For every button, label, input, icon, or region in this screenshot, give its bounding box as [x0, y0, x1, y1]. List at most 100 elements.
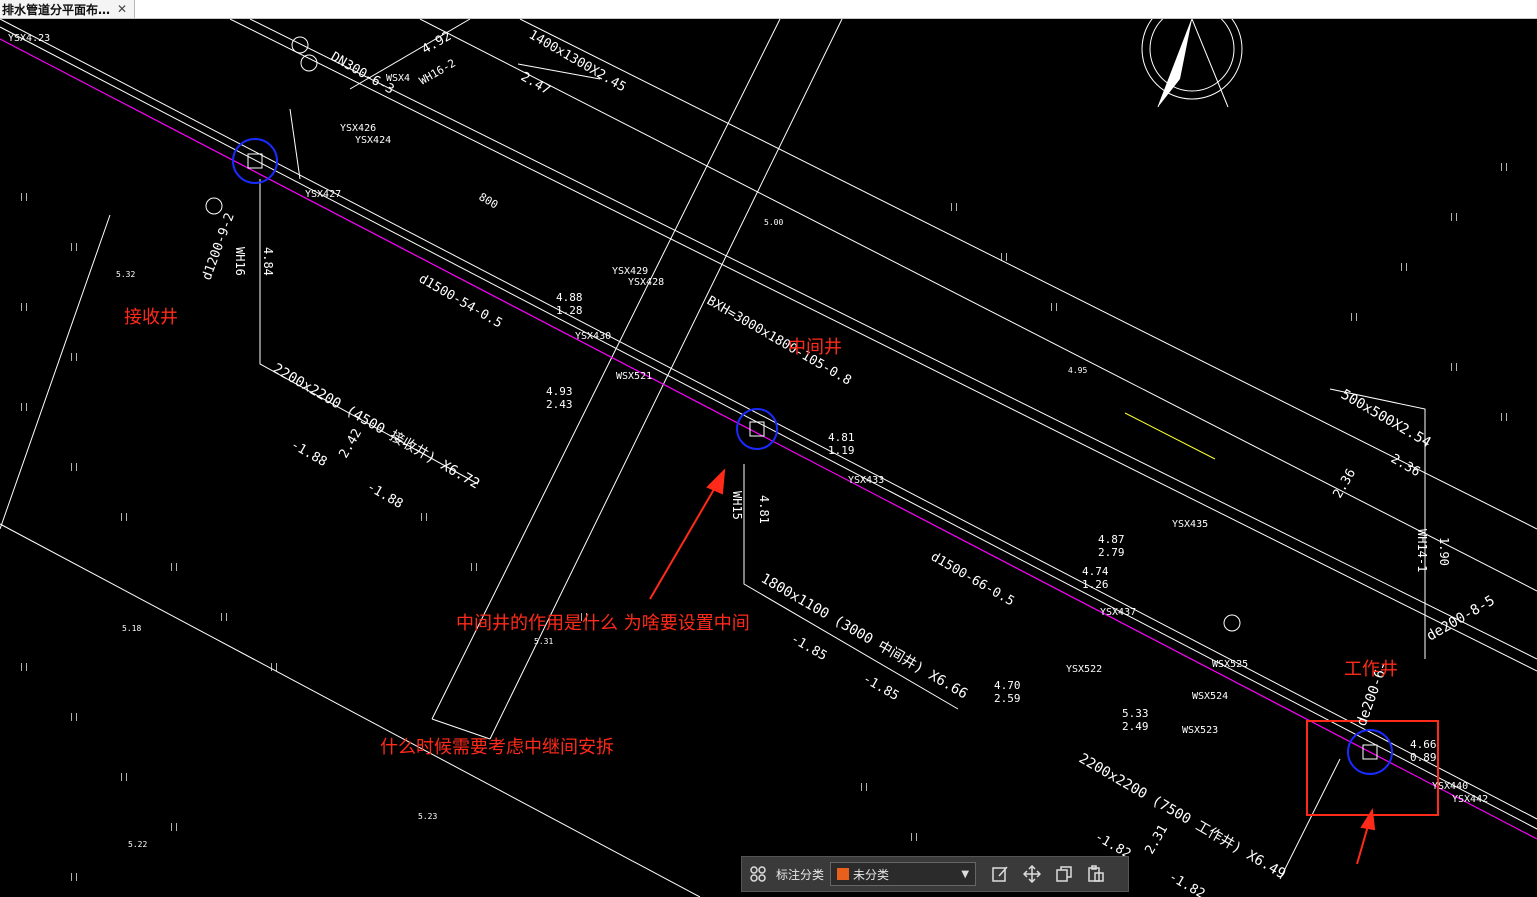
cad-canvas[interactable]: | | | | | | | | | | | | | | | | | | | | | | | | …: [0, 19, 1537, 897]
leader-line: [259, 179, 479, 485]
ysx428-label: YSX428: [628, 277, 664, 288]
svg-text:| |: | |: [70, 712, 78, 721]
ysx442-label: YSX442: [1452, 794, 1488, 805]
svg-text:| |: | |: [1000, 252, 1008, 261]
question-note-2: 什么时候需要考虑中继间安拆: [380, 737, 614, 758]
move-icon[interactable]: [1018, 860, 1046, 888]
ysx423-label: YSX4.23: [8, 33, 50, 44]
svg-text:| |: | |: [910, 832, 918, 841]
svg-text:| |: | |: [70, 872, 78, 881]
well-box: [247, 153, 263, 169]
category-select[interactable]: 未分类 ▼: [830, 862, 977, 886]
road-edge-line: [419, 19, 1537, 592]
wh15-label: WH15: [730, 491, 744, 520]
d1200-label: d1200-9-2: [200, 211, 238, 282]
de200-label: de200-8-5: [1424, 593, 1498, 645]
boundary-line: [0, 523, 701, 897]
magenta-pipe-line: [0, 38, 1537, 840]
spot-elev: 4.95: [1068, 366, 1087, 375]
road-line: [249, 19, 1537, 660]
wh16-2-label: WH16-2: [417, 56, 458, 87]
svg-text:| |: | |: [20, 402, 28, 411]
svg-text:| |: | |: [120, 512, 128, 521]
svg-text:| |: | |: [20, 192, 28, 201]
north-circle: [1149, 19, 1235, 92]
spot-elev: 5.32: [116, 270, 135, 279]
box-height-label: 2.36: [1330, 466, 1359, 501]
d1500-label: d1500-66-0.5: [928, 549, 1017, 609]
category-value: 未分类: [853, 867, 890, 882]
elev-label: 4.66: [1410, 738, 1437, 751]
spot-elev: 5.22: [128, 840, 147, 849]
elev-label: 4.70: [994, 679, 1021, 692]
working-well-highlight: [1306, 720, 1439, 816]
ysx429-label: YSX429: [612, 266, 648, 277]
pipe-line: [0, 19, 1537, 820]
svg-text:| |: | |: [1500, 412, 1508, 421]
spot-elev: 5.23: [418, 812, 437, 821]
manhole-symbol: [205, 197, 223, 215]
road-line: [229, 19, 1537, 672]
receiving-well-symbol: [232, 138, 278, 184]
elev-label: 2.79: [1098, 546, 1125, 559]
elev-label: 1.19: [828, 444, 855, 457]
receiving-well-note: 接收井: [124, 307, 178, 328]
svg-text:| |: | |: [860, 782, 868, 791]
elev-label: 1.28: [556, 304, 583, 317]
svg-text:| |: | |: [20, 662, 28, 671]
copy-icon[interactable]: [1050, 860, 1078, 888]
svg-text:| |: | |: [1050, 302, 1058, 311]
ysx440-label: YSX440: [1432, 781, 1468, 792]
grid-icon[interactable]: [744, 860, 772, 888]
svg-text:| |: | |: [1450, 212, 1458, 221]
paste-icon[interactable]: [1082, 860, 1110, 888]
elev-label: 5.33: [1122, 707, 1149, 720]
svg-text:| |: | |: [1350, 312, 1358, 321]
shaft-elev-label: -1.88: [288, 437, 329, 470]
box-height-label: 2.47: [518, 69, 553, 98]
tab-close-icon[interactable]: ✕: [114, 2, 130, 16]
elev-label: 2.59: [994, 692, 1021, 705]
ysx435-label: YSX435: [1172, 519, 1208, 530]
manhole-symbol: [291, 36, 309, 54]
ysx430-label: YSX430: [575, 331, 611, 342]
svg-text:| |: | |: [20, 302, 28, 311]
ysx424-label: YSX424: [355, 135, 391, 146]
elev-label: 1.90: [1437, 537, 1451, 566]
shaft-elev-label: -1.88: [364, 479, 405, 512]
category-label: 标注分类: [776, 867, 825, 882]
ysx433-label: YSX433: [848, 475, 884, 486]
tab-drawing[interactable]: 排水管道分平面布… ✕: [0, 0, 135, 18]
leader-line: [1279, 758, 1341, 880]
elev-label: 1.26: [1082, 578, 1109, 591]
tab-bar: 排水管道分平面布… ✕: [0, 0, 1537, 19]
elev-label: 4.81: [828, 431, 855, 444]
edit-icon[interactable]: [986, 860, 1014, 888]
svg-text:| |: | |: [1500, 162, 1508, 171]
tab-title[interactable]: 排水管道分平面布…: [0, 1, 114, 18]
wsx-label: WSX4: [386, 73, 410, 84]
wsx523-label: WSX523: [1182, 725, 1218, 736]
shaft-elev-label: 2.42: [336, 426, 365, 461]
chevron-down-icon: ▼: [961, 868, 970, 880]
wsx525-label: WSX525: [1212, 659, 1248, 670]
annotation-toolbar: 标注分类 未分类 ▼: [741, 856, 1129, 892]
wsx521-label: WSX521: [616, 371, 652, 382]
svg-text:| |: | |: [170, 562, 178, 571]
svg-text:| |: | |: [70, 462, 78, 471]
elev-label: 4.93: [546, 385, 573, 398]
north-arrow: [1157, 19, 1229, 108]
ysx437-label: YSX437: [1100, 607, 1136, 618]
elev-label: 4.84: [261, 247, 275, 276]
leader-line: [289, 108, 301, 180]
elev-label: 4.87: [1098, 533, 1125, 546]
svg-text:| |: | |: [1450, 362, 1458, 371]
spot-elev: 5.31: [534, 637, 553, 646]
svg-text:| |: | |: [70, 242, 78, 251]
svg-text:| |: | |: [220, 612, 228, 621]
wsx524-label: WSX524: [1192, 691, 1228, 702]
elev-label: 2.43: [546, 398, 573, 411]
ysx427-label: YSX427: [305, 189, 341, 200]
elev-label: 4.81: [757, 495, 771, 524]
d1500-label: d1500-54-0.5: [416, 271, 505, 331]
